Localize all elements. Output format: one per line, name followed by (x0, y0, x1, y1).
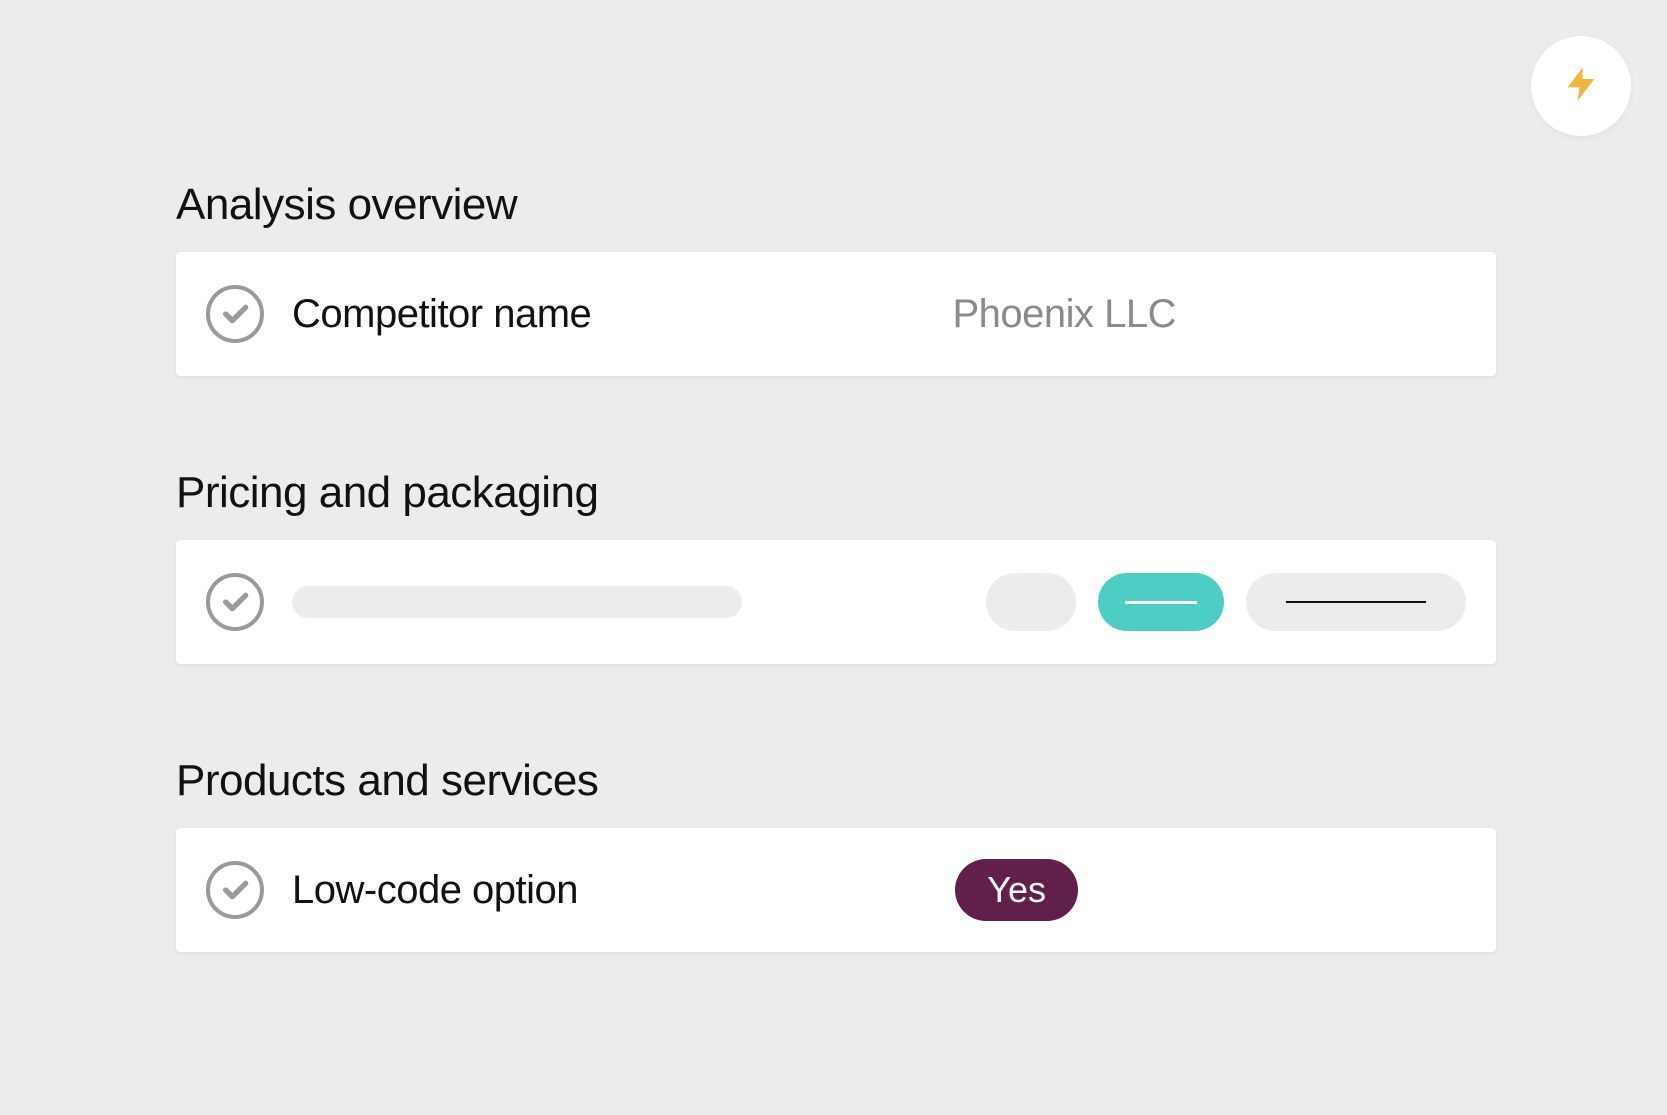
section-pricing-packaging: Pricing and packaging (176, 468, 1496, 664)
check-circle-icon (206, 285, 264, 343)
main-content: Analysis overview Competitor name Phoeni… (176, 180, 1496, 1044)
pill-content-line (1286, 601, 1426, 603)
section-analysis-overview: Analysis overview Competitor name Phoeni… (176, 180, 1496, 376)
field-label-low-code: Low-code option (292, 868, 578, 913)
section-heading-pricing: Pricing and packaging (176, 468, 1496, 518)
check-circle-icon (206, 861, 264, 919)
lightning-icon (1561, 64, 1601, 109)
section-heading-analysis: Analysis overview (176, 180, 1496, 230)
card-low-code-option[interactable]: Low-code option Yes (176, 828, 1496, 952)
field-label-competitor-name: Competitor name (292, 292, 591, 337)
section-products-services: Products and services Low-code option Ye… (176, 756, 1496, 952)
card-competitor-name[interactable]: Competitor name Phoenix LLC (176, 252, 1496, 376)
placeholder-bar (292, 586, 742, 618)
field-value-competitor-name: Phoenix LLC (952, 292, 1176, 337)
check-circle-icon (206, 573, 264, 631)
section-heading-products: Products and services (176, 756, 1496, 806)
lightning-button[interactable] (1531, 36, 1631, 136)
pricing-row-placeholders (292, 573, 1466, 631)
card-pricing[interactable] (176, 540, 1496, 664)
pill-option-grey[interactable] (986, 573, 1076, 631)
pill-option-outlined[interactable] (1246, 573, 1466, 631)
badge-yes[interactable]: Yes (955, 859, 1078, 921)
pill-content-line (1125, 601, 1197, 604)
pill-option-selected[interactable] (1098, 573, 1224, 631)
